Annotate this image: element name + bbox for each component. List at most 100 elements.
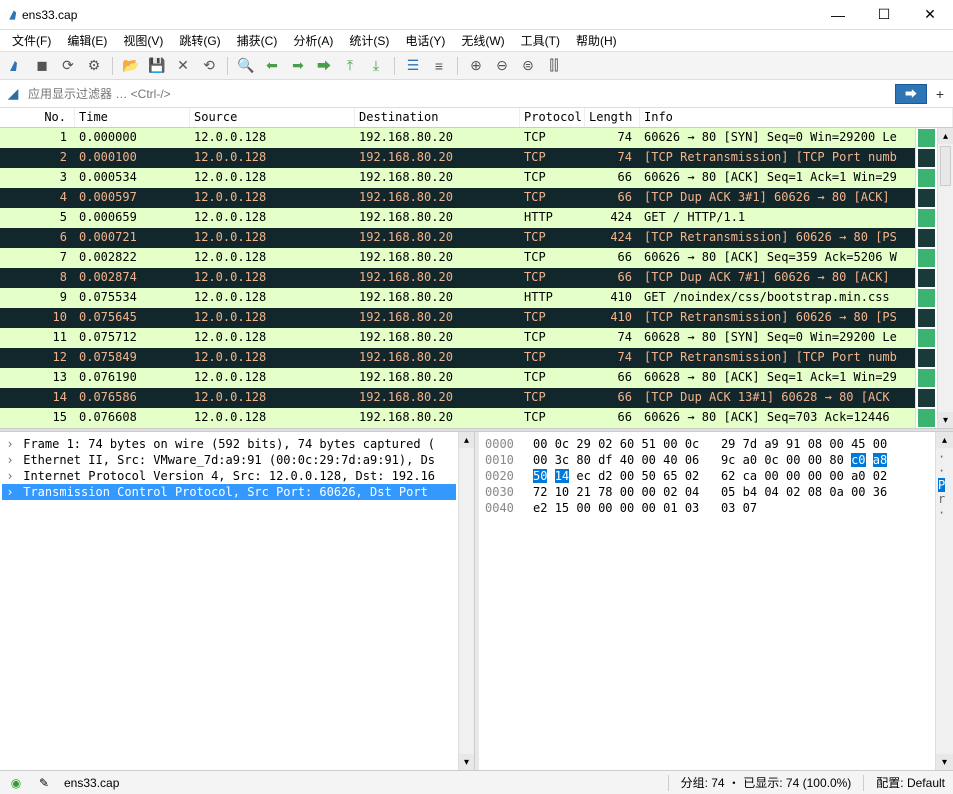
- details-scrollbar[interactable]: ▴ ▾: [458, 432, 474, 770]
- packet-row[interactable]: 70.00282212.0.0.128192.168.80.20TCP66606…: [0, 248, 915, 268]
- packet-row[interactable]: 50.00065912.0.0.128192.168.80.20HTTP424G…: [0, 208, 915, 228]
- scroll-up-icon[interactable]: ▴: [459, 432, 474, 448]
- packet-list-scrollbar[interactable]: ▴ ▾: [937, 128, 953, 428]
- hex-row[interactable]: 0040e2 15 00 00 00 00 01 03 03 07: [485, 500, 929, 516]
- packet-row[interactable]: 80.00287412.0.0.128192.168.80.20TCP66[TC…: [0, 268, 915, 288]
- menu-go[interactable]: 跳转(G): [173, 30, 226, 51]
- bytes-scrollbar[interactable]: ▴ · · P r · ▾: [935, 432, 953, 770]
- packet-row[interactable]: 20.00010012.0.0.128192.168.80.20TCP74[TC…: [0, 148, 915, 168]
- scroll-down-icon[interactable]: ▾: [936, 754, 953, 770]
- menu-wireless[interactable]: 无线(W): [455, 30, 510, 51]
- open-file-icon[interactable]: 📂: [121, 56, 141, 76]
- scroll-up-icon[interactable]: ▴: [936, 432, 953, 448]
- colorize-icon[interactable]: ≡: [429, 56, 449, 76]
- apply-filter-button[interactable]: ⮕: [895, 84, 927, 104]
- packet-row[interactable]: 130.07619012.0.0.128192.168.80.20TCP6660…: [0, 368, 915, 388]
- toolbar-separator: [112, 57, 113, 75]
- packet-row[interactable]: 100.07564512.0.0.128192.168.80.20TCP410[…: [0, 308, 915, 328]
- find-packet-icon[interactable]: 🔍: [236, 56, 256, 76]
- menu-tools[interactable]: 工具(T): [515, 30, 566, 51]
- go-forward-icon[interactable]: ➡: [288, 56, 308, 76]
- column-time[interactable]: Time: [75, 108, 190, 127]
- capture-options-icon[interactable]: ⚙: [84, 56, 104, 76]
- resize-columns-icon[interactable]: ⫿⫿: [544, 56, 564, 76]
- protocol-tree-item[interactable]: › Transmission Control Protocol, Src Por…: [2, 484, 456, 500]
- menubar: 文件(F) 编辑(E) 视图(V) 跳转(G) 捕获(C) 分析(A) 统计(S…: [0, 30, 953, 52]
- stop-capture-icon[interactable]: ◼: [32, 56, 52, 76]
- scroll-down-icon[interactable]: ▾: [938, 412, 953, 428]
- column-protocol[interactable]: Protocol: [520, 108, 585, 127]
- packet-row[interactable]: 60.00072112.0.0.128192.168.80.20TCP424[T…: [0, 228, 915, 248]
- toolbar-separator: [457, 57, 458, 75]
- menu-help[interactable]: 帮助(H): [570, 30, 623, 51]
- zoom-out-icon[interactable]: ⊖: [492, 56, 512, 76]
- toolbar-separator: [227, 57, 228, 75]
- hex-row[interactable]: 002050 14 ec d2 00 50 65 02 62 ca 00 00 …: [485, 468, 929, 484]
- menu-capture[interactable]: 捕获(C): [231, 30, 284, 51]
- column-destination[interactable]: Destination: [355, 108, 520, 127]
- go-to-packet-icon[interactable]: ⮕: [314, 56, 334, 76]
- ascii-sidebar-char: ·: [938, 464, 951, 478]
- packet-row[interactable]: 150.07660812.0.0.128192.168.80.20TCP6660…: [0, 408, 915, 428]
- protocol-tree-item[interactable]: › Frame 1: 74 bytes on wire (592 bits), …: [2, 436, 456, 452]
- hex-row[interactable]: 000000 0c 29 02 60 51 00 0c 29 7d a9 91 …: [485, 436, 929, 452]
- reload-icon[interactable]: ⟲: [199, 56, 219, 76]
- packet-map-gutter[interactable]: [915, 128, 937, 428]
- toolbar-separator: [394, 57, 395, 75]
- capture-file-icon[interactable]: ✎: [36, 775, 52, 791]
- status-packet-count: 分组: 74 ・ 已显示: 74 (100.0%): [681, 774, 852, 791]
- packet-list-header: No. Time Source Destination Protocol Len…: [0, 108, 953, 128]
- go-back-icon[interactable]: ⬅: [262, 56, 282, 76]
- column-info[interactable]: Info: [640, 108, 953, 127]
- hex-row[interactable]: 003072 10 21 78 00 00 02 04 05 b4 04 02 …: [485, 484, 929, 500]
- packet-row[interactable]: 30.00053412.0.0.128192.168.80.20TCP66606…: [0, 168, 915, 188]
- column-length[interactable]: Length: [585, 108, 640, 127]
- save-file-icon[interactable]: 💾: [147, 56, 167, 76]
- menu-telephony[interactable]: 电话(Y): [399, 30, 451, 51]
- statusbar: ◉ ✎ ens33.cap 分组: 74 ・ 已显示: 74 (100.0%) …: [0, 770, 953, 794]
- expert-info-icon[interactable]: ◉: [8, 775, 24, 791]
- zoom-in-icon[interactable]: ⊕: [466, 56, 486, 76]
- scroll-down-icon[interactable]: ▾: [459, 754, 474, 770]
- start-capture-icon[interactable]: [6, 56, 26, 76]
- column-no[interactable]: No.: [0, 108, 75, 127]
- menu-edit[interactable]: 编辑(E): [61, 30, 113, 51]
- go-last-icon[interactable]: ⤓: [366, 56, 386, 76]
- close-button[interactable]: ✕: [907, 0, 953, 30]
- protocol-tree-item[interactable]: › Internet Protocol Version 4, Src: 12.0…: [2, 468, 456, 484]
- packet-row[interactable]: 40.00059712.0.0.128192.168.80.20TCP66[TC…: [0, 188, 915, 208]
- go-first-icon[interactable]: ⤒: [340, 56, 360, 76]
- auto-scroll-icon[interactable]: ☰: [403, 56, 423, 76]
- scroll-up-icon[interactable]: ▴: [938, 128, 953, 144]
- packet-details-pane: › Frame 1: 74 bytes on wire (592 bits), …: [0, 432, 475, 770]
- close-file-icon[interactable]: ✕: [173, 56, 193, 76]
- packet-row[interactable]: 90.07553412.0.0.128192.168.80.20HTTP410G…: [0, 288, 915, 308]
- window-title: ens33.cap: [22, 8, 815, 22]
- ascii-sidebar-char: ·: [938, 450, 951, 464]
- packet-bytes-pane: 000000 0c 29 02 60 51 00 0c 29 7d a9 91 …: [479, 432, 953, 770]
- column-source[interactable]: Source: [190, 108, 355, 127]
- packet-row[interactable]: 120.07584912.0.0.128192.168.80.20TCP74[T…: [0, 348, 915, 368]
- menu-file[interactable]: 文件(F): [6, 30, 57, 51]
- main-toolbar: ◼ ⟳ ⚙ 📂 💾 ✕ ⟲ 🔍 ⬅ ➡ ⮕ ⤒ ⤓ ☰ ≡ ⊕ ⊖ ⊜ ⫿⫿: [0, 52, 953, 80]
- protocol-tree-item[interactable]: › Ethernet II, Src: VMware_7d:a9:91 (00:…: [2, 452, 456, 468]
- zoom-reset-icon[interactable]: ⊜: [518, 56, 538, 76]
- packet-row[interactable]: 110.07571212.0.0.128192.168.80.20TCP7460…: [0, 328, 915, 348]
- maximize-button[interactable]: ☐: [861, 0, 907, 30]
- status-profile[interactable]: 配置: Default: [876, 774, 945, 791]
- minimize-button[interactable]: —: [815, 0, 861, 30]
- menu-analyze[interactable]: 分析(A): [287, 30, 339, 51]
- packet-row[interactable]: 10.00000012.0.0.128192.168.80.20TCP74606…: [0, 128, 915, 148]
- display-filter-input[interactable]: [22, 83, 895, 105]
- hex-row[interactable]: 001000 3c 80 df 40 00 40 06 9c a0 0c 00 …: [485, 452, 929, 468]
- restart-capture-icon[interactable]: ⟳: [58, 56, 78, 76]
- app-icon: [8, 8, 22, 22]
- menu-statistics[interactable]: 统计(S): [343, 30, 395, 51]
- menu-view[interactable]: 视图(V): [117, 30, 169, 51]
- packet-row[interactable]: 140.07658612.0.0.128192.168.80.20TCP66[T…: [0, 388, 915, 408]
- scroll-thumb[interactable]: [940, 146, 951, 186]
- bookmark-filter-icon[interactable]: ◢: [4, 85, 22, 103]
- status-file-name: ens33.cap: [64, 776, 119, 790]
- packet-list-pane: 10.00000012.0.0.128192.168.80.20TCP74606…: [0, 128, 953, 428]
- add-filter-expression-button[interactable]: +: [931, 85, 949, 103]
